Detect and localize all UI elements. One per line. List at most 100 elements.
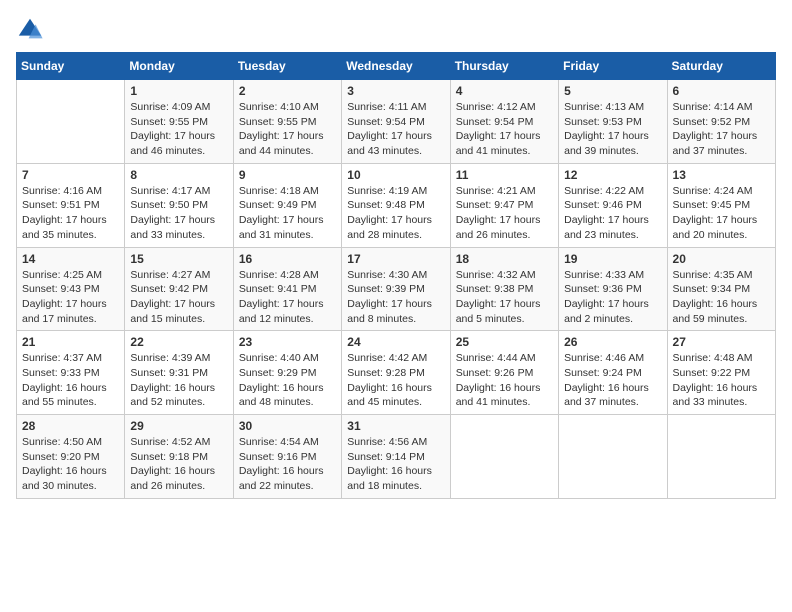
calendar-week-1: 1 Sunrise: 4:09 AMSunset: 9:55 PMDaylight… xyxy=(17,80,776,164)
calendar-cell: 19Sunrise: 4:33 AMSunset: 9:36 PMDayligh… xyxy=(559,247,667,331)
calendar-cell: 20 Sunrise: 4:35 AMSunset: 9:34 PMDayligh… xyxy=(667,247,775,331)
day-number: 21 xyxy=(22,335,119,349)
day-number: 29 xyxy=(130,419,227,433)
day-info: Sunrise: 4:22 AMSunset: 9:46 PMDaylight:… xyxy=(564,184,661,243)
calendar-cell: 25 Sunrise: 4:44 AMSunset: 9:26 PMDayligh… xyxy=(450,331,558,415)
calendar-cell: 17 Sunrise: 4:30 AMSunset: 9:39 PMDayligh… xyxy=(342,247,450,331)
day-info: Sunrise: 4:52 AMSunset: 9:18 PMDaylight:… xyxy=(130,435,227,494)
calendar-cell: 29 Sunrise: 4:52 AMSunset: 9:18 PMDayligh… xyxy=(125,415,233,499)
day-info: Sunrise: 4:50 AMSunset: 9:20 PMDaylight:… xyxy=(22,435,119,494)
day-info: Sunrise: 4:39 AMSunset: 9:31 PMDaylight:… xyxy=(130,351,227,410)
day-number: 13 xyxy=(673,168,770,182)
day-number: 11 xyxy=(456,168,553,182)
day-number: 5 xyxy=(564,84,661,98)
day-number: 2 xyxy=(239,84,336,98)
day-info: Sunrise: 4:21 AMSunset: 9:47 PMDaylight:… xyxy=(456,184,553,243)
day-info: Sunrise: 4:14 AMSunset: 9:52 PMDaylight:… xyxy=(673,100,770,159)
calendar-week-5: 28 Sunrise: 4:50 AMSunset: 9:20 PMDayligh… xyxy=(17,415,776,499)
calendar-cell: 9 Sunrise: 4:18 AMSunset: 9:49 PMDaylight… xyxy=(233,163,341,247)
day-number: 6 xyxy=(673,84,770,98)
calendar-cell: 24 Sunrise: 4:42 AMSunset: 9:28 PMDayligh… xyxy=(342,331,450,415)
day-info: Sunrise: 4:17 AMSunset: 9:50 PMDaylight:… xyxy=(130,184,227,243)
logo xyxy=(16,16,48,44)
calendar-cell: 23 Sunrise: 4:40 AMSunset: 9:29 PMDayligh… xyxy=(233,331,341,415)
day-number: 12 xyxy=(564,168,661,182)
calendar-cell: 2 Sunrise: 4:10 AMSunset: 9:55 PMDaylight… xyxy=(233,80,341,164)
day-info: Sunrise: 4:10 AMSunset: 9:55 PMDaylight:… xyxy=(239,100,336,159)
day-header-thursday: Thursday xyxy=(450,53,558,80)
calendar-cell: 22 Sunrise: 4:39 AMSunset: 9:31 PMDayligh… xyxy=(125,331,233,415)
day-number: 31 xyxy=(347,419,444,433)
day-number: 3 xyxy=(347,84,444,98)
day-number: 4 xyxy=(456,84,553,98)
day-header-wednesday: Wednesday xyxy=(342,53,450,80)
day-number: 22 xyxy=(130,335,227,349)
day-info: Sunrise: 4:42 AMSunset: 9:28 PMDaylight:… xyxy=(347,351,444,410)
day-info: Sunrise: 4:32 AMSunset: 9:38 PMDaylight:… xyxy=(456,268,553,327)
calendar-cell: 12 Sunrise: 4:22 AMSunset: 9:46 PMDayligh… xyxy=(559,163,667,247)
page-header xyxy=(16,16,776,44)
day-info: Sunrise: 4:19 AMSunset: 9:48 PMDaylight:… xyxy=(347,184,444,243)
day-info: Sunrise: 4:28 AMSunset: 9:41 PMDaylight:… xyxy=(239,268,336,327)
day-number: 16 xyxy=(239,252,336,266)
calendar-cell: 11 Sunrise: 4:21 AMSunset: 9:47 PMDayligh… xyxy=(450,163,558,247)
day-header-friday: Friday xyxy=(559,53,667,80)
day-info: Sunrise: 4:44 AMSunset: 9:26 PMDaylight:… xyxy=(456,351,553,410)
calendar-cell: 27Sunrise: 4:48 AMSunset: 9:22 PMDayligh… xyxy=(667,331,775,415)
calendar-cell: 21 Sunrise: 4:37 AMSunset: 9:33 PMDayligh… xyxy=(17,331,125,415)
day-info: Sunrise: 4:18 AMSunset: 9:49 PMDaylight:… xyxy=(239,184,336,243)
day-info: Sunrise: 4:09 AMSunset: 9:55 PMDaylight:… xyxy=(130,100,227,159)
calendar-week-2: 7 Sunrise: 4:16 AMSunset: 9:51 PMDaylight… xyxy=(17,163,776,247)
calendar-cell xyxy=(667,415,775,499)
day-number: 14 xyxy=(22,252,119,266)
calendar-cell: 10 Sunrise: 4:19 AMSunset: 9:48 PMDayligh… xyxy=(342,163,450,247)
day-info: Sunrise: 4:33 AMSunset: 9:36 PMDaylight:… xyxy=(564,268,661,327)
calendar-cell: 3 Sunrise: 4:11 AMSunset: 9:54 PMDaylight… xyxy=(342,80,450,164)
day-info: Sunrise: 4:11 AMSunset: 9:54 PMDaylight:… xyxy=(347,100,444,159)
day-info: Sunrise: 4:35 AMSunset: 9:34 PMDaylight:… xyxy=(673,268,770,327)
calendar-cell: 31 Sunrise: 4:56 AMSunset: 9:14 PMDayligh… xyxy=(342,415,450,499)
calendar-cell: 28 Sunrise: 4:50 AMSunset: 9:20 PMDayligh… xyxy=(17,415,125,499)
calendar-header-row: SundayMondayTuesdayWednesdayThursdayFrid… xyxy=(17,53,776,80)
day-number: 23 xyxy=(239,335,336,349)
day-header-saturday: Saturday xyxy=(667,53,775,80)
calendar-cell: 8 Sunrise: 4:17 AMSunset: 9:50 PMDaylight… xyxy=(125,163,233,247)
day-number: 24 xyxy=(347,335,444,349)
day-number: 25 xyxy=(456,335,553,349)
day-number: 10 xyxy=(347,168,444,182)
calendar-cell: 16 Sunrise: 4:28 AMSunset: 9:41 PMDayligh… xyxy=(233,247,341,331)
calendar-cell: 14 Sunrise: 4:25 AMSunset: 9:43 PMDayligh… xyxy=(17,247,125,331)
day-info: Sunrise: 4:13 AMSunset: 9:53 PMDaylight:… xyxy=(564,100,661,159)
day-number: 18 xyxy=(456,252,553,266)
calendar-cell: 30Sunrise: 4:54 AMSunset: 9:16 PMDayligh… xyxy=(233,415,341,499)
day-number: 17 xyxy=(347,252,444,266)
day-number: 9 xyxy=(239,168,336,182)
day-number: 8 xyxy=(130,168,227,182)
day-header-tuesday: Tuesday xyxy=(233,53,341,80)
calendar-cell: 7 Sunrise: 4:16 AMSunset: 9:51 PMDaylight… xyxy=(17,163,125,247)
day-info: Sunrise: 4:40 AMSunset: 9:29 PMDaylight:… xyxy=(239,351,336,410)
logo-icon xyxy=(16,16,44,44)
day-number: 28 xyxy=(22,419,119,433)
day-info: Sunrise: 4:27 AMSunset: 9:42 PMDaylight:… xyxy=(130,268,227,327)
day-info: Sunrise: 4:37 AMSunset: 9:33 PMDaylight:… xyxy=(22,351,119,410)
calendar-cell: 13 Sunrise: 4:24 AMSunset: 9:45 PMDayligh… xyxy=(667,163,775,247)
calendar-week-3: 14 Sunrise: 4:25 AMSunset: 9:43 PMDayligh… xyxy=(17,247,776,331)
calendar-cell: 26Sunrise: 4:46 AMSunset: 9:24 PMDayligh… xyxy=(559,331,667,415)
calendar-cell: 4Sunrise: 4:12 AMSunset: 9:54 PMDaylight… xyxy=(450,80,558,164)
calendar-cell: 15Sunrise: 4:27 AMSunset: 9:42 PMDayligh… xyxy=(125,247,233,331)
calendar-week-4: 21 Sunrise: 4:37 AMSunset: 9:33 PMDayligh… xyxy=(17,331,776,415)
day-info: Sunrise: 4:46 AMSunset: 9:24 PMDaylight:… xyxy=(564,351,661,410)
day-number: 7 xyxy=(22,168,119,182)
calendar-cell xyxy=(450,415,558,499)
day-info: Sunrise: 4:16 AMSunset: 9:51 PMDaylight:… xyxy=(22,184,119,243)
calendar-cell xyxy=(559,415,667,499)
day-info: Sunrise: 4:56 AMSunset: 9:14 PMDaylight:… xyxy=(347,435,444,494)
day-number: 20 xyxy=(673,252,770,266)
day-number: 1 xyxy=(130,84,227,98)
day-info: Sunrise: 4:30 AMSunset: 9:39 PMDaylight:… xyxy=(347,268,444,327)
day-info: Sunrise: 4:24 AMSunset: 9:45 PMDaylight:… xyxy=(673,184,770,243)
day-info: Sunrise: 4:25 AMSunset: 9:43 PMDaylight:… xyxy=(22,268,119,327)
calendar-cell: 6 Sunrise: 4:14 AMSunset: 9:52 PMDaylight… xyxy=(667,80,775,164)
calendar-cell xyxy=(17,80,125,164)
